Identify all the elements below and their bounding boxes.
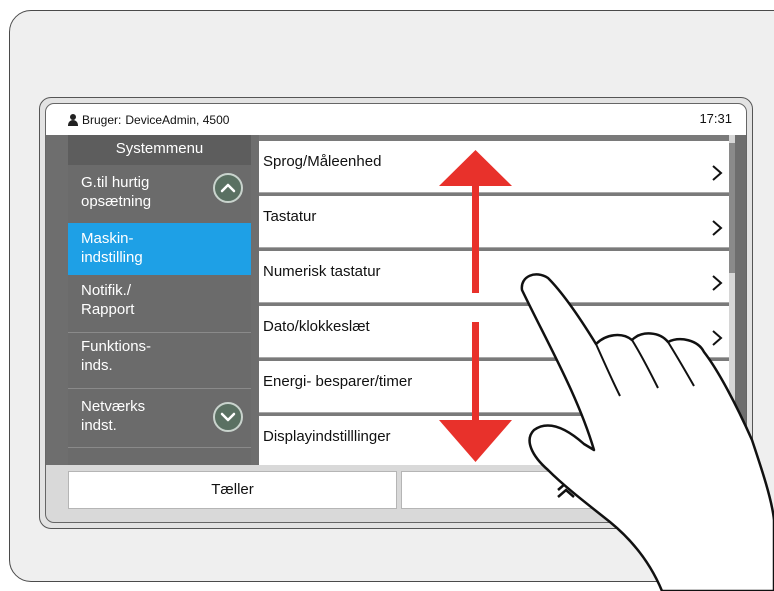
- settings-list: Sprog/Måleenhed Tastatur Numerisk tastat…: [259, 135, 731, 468]
- counter-button[interactable]: Tæller: [68, 471, 397, 509]
- scroll-down-icon: [220, 412, 236, 422]
- scrollbar-thumb[interactable]: [729, 143, 735, 273]
- list-item-keyboard[interactable]: Tastatur: [259, 196, 731, 248]
- list-item-date-time[interactable]: Dato/klokkeslæt: [259, 306, 731, 358]
- sidebar-item-label: Notifik./ Rapport: [81, 282, 135, 318]
- list-item-label: Sprog/Måleenhed: [263, 153, 382, 170]
- list-item-energy-saver[interactable]: Energi- besparer/timer: [259, 361, 731, 413]
- scrollbar[interactable]: [729, 135, 735, 465]
- sidebar-item-label: Funktions- inds.: [81, 338, 152, 374]
- sidebar-item-label: Maskin- indstilling: [81, 230, 143, 266]
- touch-screen: Bruger: DeviceAdmin, 4500 17:31 Systemme…: [45, 103, 747, 523]
- scroll-down-button[interactable]: [213, 402, 243, 432]
- person-icon: [68, 114, 78, 126]
- user-value: DeviceAdmin, 4500: [125, 113, 230, 127]
- status-bar: Bruger: DeviceAdmin, 4500 17:31: [46, 104, 746, 135]
- divider: [68, 332, 251, 333]
- user-info: Bruger: DeviceAdmin, 4500: [68, 113, 229, 127]
- list-item-label: Displayindstilllinger: [263, 428, 391, 445]
- bottom-bar: Tæller: [46, 465, 746, 522]
- double-chevron-up-icon: [556, 481, 575, 498]
- sidebar-item-device-settings[interactable]: Maskin- indstilling: [68, 223, 251, 275]
- list-item-label: Dato/klokkeslæt: [263, 318, 370, 335]
- list-item-label: Energi- besparer/timer: [263, 373, 413, 390]
- chevron-right-icon: [712, 275, 723, 291]
- scroll-up-button[interactable]: [213, 173, 243, 203]
- sidebar-item-function-settings[interactable]: Funktions- inds.: [68, 337, 251, 387]
- collapse-button[interactable]: [401, 471, 730, 509]
- scroll-up-icon: [220, 183, 236, 193]
- chevron-right-icon: [712, 330, 723, 346]
- sidebar-item-notification-report[interactable]: Notifik./ Rapport: [68, 281, 251, 331]
- list-item-numeric-keypad[interactable]: Numerisk tastatur: [259, 251, 731, 303]
- clock: 17:31: [699, 111, 732, 126]
- counter-label: Tæller: [211, 481, 254, 498]
- user-label: Bruger:: [82, 113, 122, 127]
- list-item-language[interactable]: Sprog/Måleenhed: [259, 141, 731, 193]
- sidebar-title: Systemmenu: [68, 135, 251, 165]
- divider: [68, 388, 251, 389]
- list-item-label: Numerisk tastatur: [263, 263, 381, 280]
- list-item-display-settings[interactable]: Displayindstilllinger: [259, 416, 731, 468]
- chevron-right-icon: [712, 220, 723, 236]
- list-item-label: Tastatur: [263, 208, 317, 225]
- divider: [68, 447, 251, 448]
- sidebar: Systemmenu G.til hurtig opsætning Maskin…: [68, 135, 251, 465]
- chevron-right-icon: [712, 165, 723, 181]
